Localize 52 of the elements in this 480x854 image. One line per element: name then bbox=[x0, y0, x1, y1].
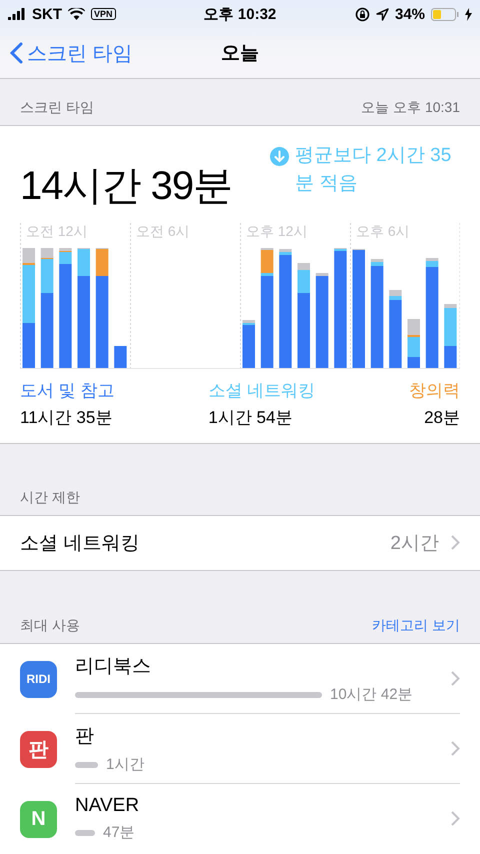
section-header: 최대 사용 bbox=[20, 617, 80, 635]
chart-bar bbox=[444, 304, 457, 368]
app-name: NAVER bbox=[75, 795, 140, 817]
back-chevron-icon bbox=[10, 42, 23, 64]
category-name: 도서 및 참고 bbox=[20, 380, 114, 402]
category-time: 28분 bbox=[424, 406, 460, 429]
carrier-name: SKT bbox=[32, 6, 62, 22]
axis-label: 오후 6시 bbox=[356, 222, 410, 241]
chevron-icon bbox=[451, 671, 460, 686]
section-header: 시간 제한 bbox=[20, 489, 80, 508]
usage-bar bbox=[75, 830, 95, 836]
axis-label: 오후 12시 bbox=[246, 222, 308, 241]
average-note: 평균보다 2시간 35분 적음 bbox=[295, 144, 452, 196]
app-icon: N bbox=[20, 800, 57, 838]
vpn-badge: VPN bbox=[91, 8, 116, 20]
total-time: 14시간 39분 bbox=[20, 162, 232, 210]
chart-bar bbox=[408, 318, 420, 368]
app-time: 1시간 bbox=[106, 755, 144, 774]
status-time: 오후 10:32 bbox=[204, 4, 276, 24]
section-header: 스크린 타임 bbox=[20, 98, 94, 117]
category-time: 1시간 54분 bbox=[208, 406, 292, 429]
limit-label: 소셜 네트워킹 bbox=[20, 532, 140, 556]
page-title: 오늘 bbox=[221, 42, 259, 66]
charging-icon bbox=[465, 8, 472, 20]
usage-bar bbox=[75, 762, 98, 768]
chart-bar bbox=[114, 346, 127, 368]
wifi-icon bbox=[68, 8, 85, 20]
updated-time: 오늘 오후 10:31 bbox=[361, 98, 460, 117]
chart-bar bbox=[242, 320, 255, 368]
axis-label: 오전 6시 bbox=[136, 222, 190, 241]
signal-icon bbox=[8, 8, 26, 20]
chevron-icon bbox=[451, 741, 460, 756]
category-name: 소셜 네트워킹 bbox=[208, 380, 316, 402]
app-name: 판 bbox=[75, 725, 95, 749]
show-categories-link[interactable]: 카테고리 보기 bbox=[372, 617, 460, 635]
chevron-icon bbox=[451, 535, 460, 550]
app-icon: 판 bbox=[20, 730, 57, 768]
chevron-icon bbox=[451, 811, 460, 826]
battery-icon bbox=[431, 8, 460, 20]
back-button[interactable]: 스크린 타임 bbox=[0, 40, 133, 66]
app-time: 47분 bbox=[103, 823, 135, 842]
rotation-lock-icon bbox=[354, 6, 370, 22]
category-name: 창의력 bbox=[409, 380, 460, 402]
category-time: 11시간 35분 bbox=[20, 406, 112, 429]
limit-value: 2시간 bbox=[390, 532, 439, 556]
limit-row[interactable]: 소셜 네트워킹 2시간 bbox=[0, 515, 480, 571]
app-icon: RIDI bbox=[20, 660, 57, 698]
battery-percent: 34% bbox=[394, 6, 426, 22]
location-arrow-icon bbox=[376, 8, 389, 20]
app-time: 10시간 42분 bbox=[330, 685, 413, 704]
app-name: 리디북스 bbox=[75, 655, 152, 679]
axis-label: 오전 12시 bbox=[26, 222, 88, 241]
